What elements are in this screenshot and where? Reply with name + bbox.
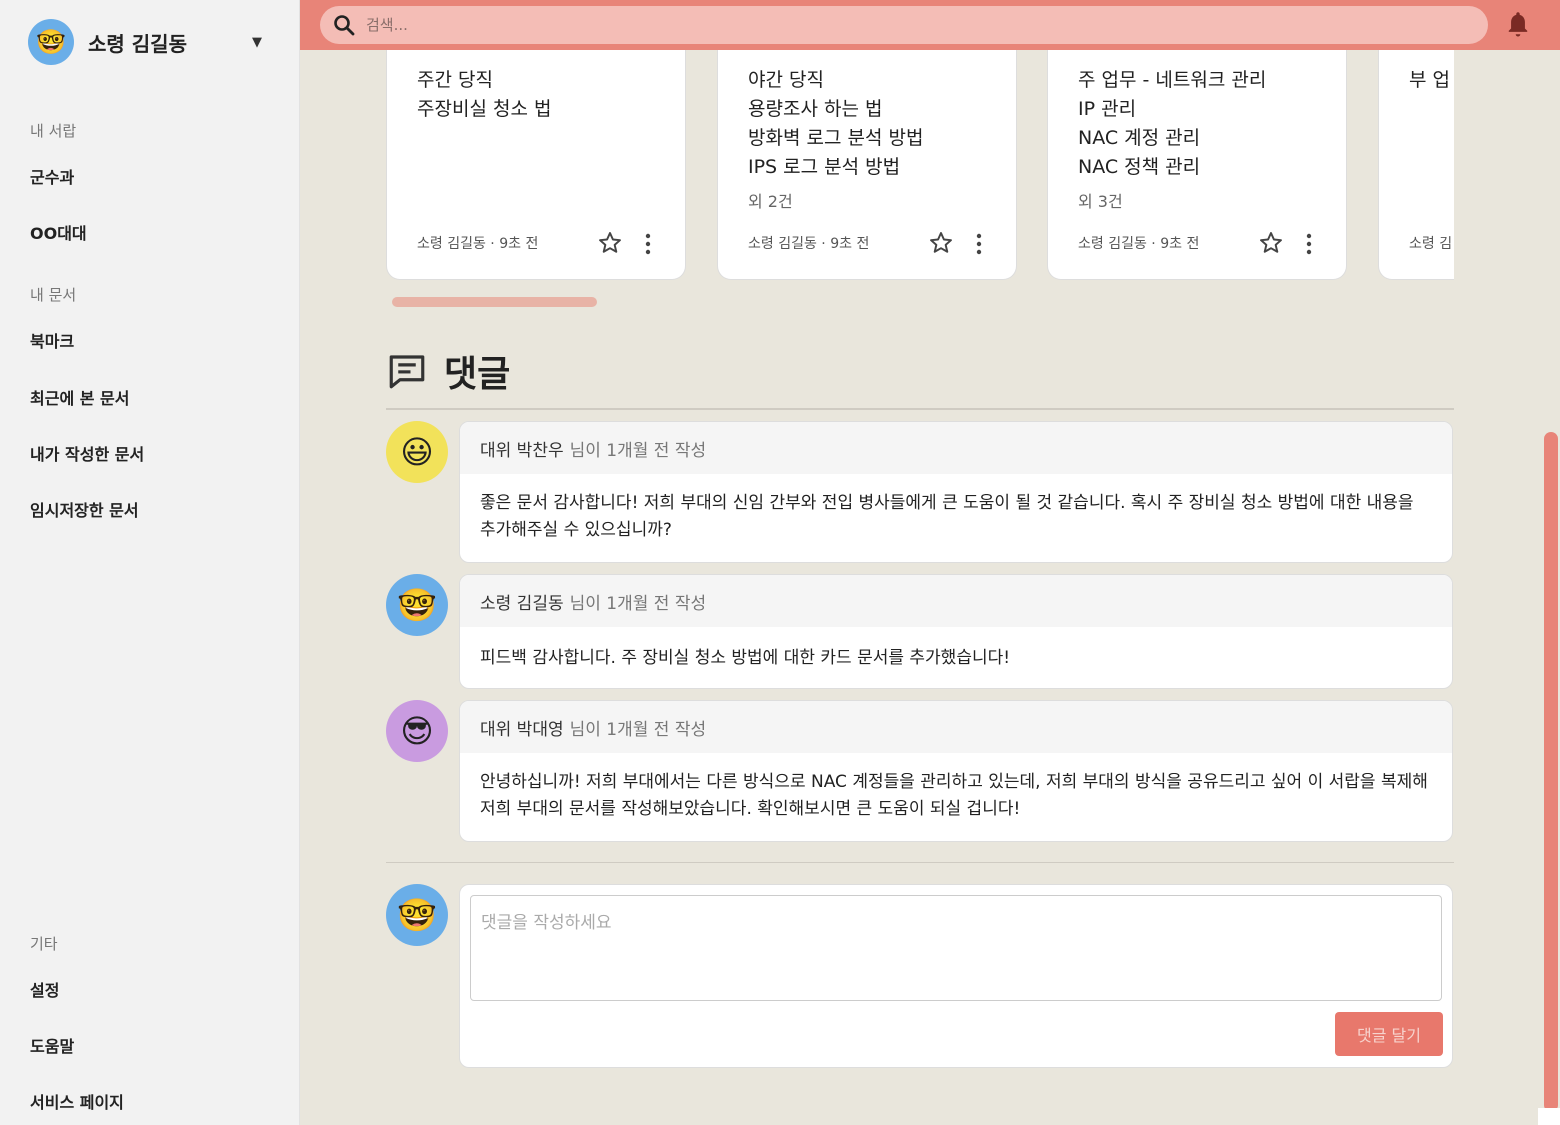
submit-comment-button[interactable]: 댓글 달기 [1335,1012,1443,1056]
bell-icon[interactable] [1504,10,1532,40]
comment-author: 소령 김길동 [480,593,564,614]
comment-body: 안녕하십니까! 저희 부대에서는 다른 방식으로 NAC 계정들을 관리하고 있… [480,772,1428,819]
card-line: 용량조사 하는 법 [748,98,883,120]
doc-card[interactable]: 부 업 소령 김 [1378,50,1454,280]
card-meta: 소령 김 [1409,236,1453,252]
section-title-other: 기타 [30,935,58,953]
comment-header: 대위 박찬우 님이 1개월 전 작성 [460,422,1452,474]
doc-card[interactable]: 주간 당직 주장비실 청소 법 소령 김길동 · 9초 전 [386,50,686,280]
comment-author: 대위 박대영 [480,719,564,740]
comments-header: 댓글 [386,345,510,397]
card-line: IPS 로그 분석 방법 [748,156,901,178]
user-menu[interactable]: 🤓 소령 김길동 ▼ [28,18,268,66]
comment-icon [389,355,425,389]
sidebar-item-drafts[interactable]: 임시저장한 문서 [30,497,139,521]
commenter-avatar: 🤓 [386,574,448,636]
sidebar-item-battalion[interactable]: OO대대 [30,220,87,244]
comment-meta: 님이 1개월 전 작성 [569,593,707,614]
comment: 대위 박대영 님이 1개월 전 작성 안녕하십니까! 저희 부대에서는 다른 방식… [459,700,1453,842]
divider [386,862,1454,863]
card-line: IP 관리 [1078,98,1137,120]
doc-card[interactable]: 주 업무 - 네트워크 관리 IP 관리 NAC 계정 관리 NAC 정책 관리… [1047,50,1347,280]
more-vert-icon[interactable] [974,232,984,256]
card-meta: 소령 김길동 · 9초 전 [417,236,539,252]
card-meta: 소령 김길동 · 9초 전 [748,236,870,252]
search-bar[interactable] [320,6,1488,44]
card-line: 방화벽 로그 분석 방법 [748,127,924,149]
sidebar-item-help[interactable]: 도움말 [30,1033,74,1057]
comment: 대위 박찬우 님이 1개월 전 작성 좋은 문서 감사합니다! 저희 부대의 신임… [459,421,1453,563]
search-input[interactable] [366,16,1366,34]
sidebar-item-logistics[interactable]: 군수과 [30,164,74,188]
card-line: 주 업무 - 네트워크 관리 [1078,69,1267,91]
star-icon[interactable] [928,230,954,256]
comment-header: 소령 김길동 님이 1개월 전 작성 [460,575,1452,627]
section-title-documents: 내 문서 [30,286,77,304]
card-line: NAC 계정 관리 [1078,127,1201,149]
sidebar: 🤓 소령 김길동 ▼ 내 서랍 군수과 OO대대 내 문서 북마크 최근에 본 … [0,0,300,1125]
comment: 소령 김길동 님이 1개월 전 작성 피드백 감사합니다. 주 장비실 청소 방법… [459,574,1453,689]
section-title-drawer: 내 서랍 [30,122,77,140]
card-more-count: 외 2건 [748,192,793,211]
horizontal-scrollbar[interactable] [392,297,597,307]
star-icon[interactable] [1258,230,1284,256]
comment-body: 좋은 문서 감사합니다! 저희 부대의 신임 간부와 전입 병사들에게 큰 도움… [480,493,1414,540]
card-line: 부 업 [1409,69,1450,91]
doc-card[interactable]: 야간 당직 용량조사 하는 법 방화벽 로그 분석 방법 IPS 로그 분석 방… [717,50,1017,280]
caret-down-icon[interactable]: ▼ [252,35,262,50]
star-icon[interactable] [597,230,623,256]
vertical-scrollbar[interactable] [1544,432,1558,1112]
card-line: NAC 정책 관리 [1078,156,1201,178]
comment-body: 피드백 감사합니다. 주 장비실 청소 방법에 대한 카드 문서를 추가했습니다… [480,648,1011,668]
comment-compose: 댓글 달기 [459,884,1453,1068]
sidebar-item-recent[interactable]: 최근에 본 문서 [30,385,129,409]
card-line: 주장비실 청소 법 [417,98,552,120]
card-line: 야간 당직 [748,69,824,91]
comments-title: 댓글 [444,354,511,395]
user-avatar: 🤓 [28,19,74,65]
card-line: 주간 당직 [417,69,493,91]
sidebar-item-bookmarks[interactable]: 북마크 [30,328,74,352]
divider [386,408,1454,410]
sidebar-item-settings[interactable]: 설정 [30,977,59,1001]
commenter-avatar: 😎 [386,700,448,762]
more-vert-icon[interactable] [1304,232,1314,256]
sidebar-item-my-documents[interactable]: 내가 작성한 문서 [30,441,144,465]
comment-header: 대위 박대영 님이 1개월 전 작성 [460,701,1452,753]
window-corner [1538,1108,1560,1125]
comment-meta: 님이 1개월 전 작성 [569,440,707,461]
comment-author: 대위 박찬우 [480,440,564,461]
user-name: 소령 김길동 [88,31,187,56]
search-icon [334,15,355,36]
card-meta: 소령 김길동 · 9초 전 [1078,236,1200,252]
sidebar-item-service-page[interactable]: 서비스 페이지 [30,1089,124,1113]
more-vert-icon[interactable] [643,232,653,256]
commenter-avatar: 😃 [386,421,448,483]
top-bar [300,0,1560,50]
comment-input[interactable] [470,895,1442,1001]
card-more-count: 외 3건 [1078,192,1123,211]
current-user-avatar: 🤓 [386,884,448,946]
comment-meta: 님이 1개월 전 작성 [569,719,707,740]
